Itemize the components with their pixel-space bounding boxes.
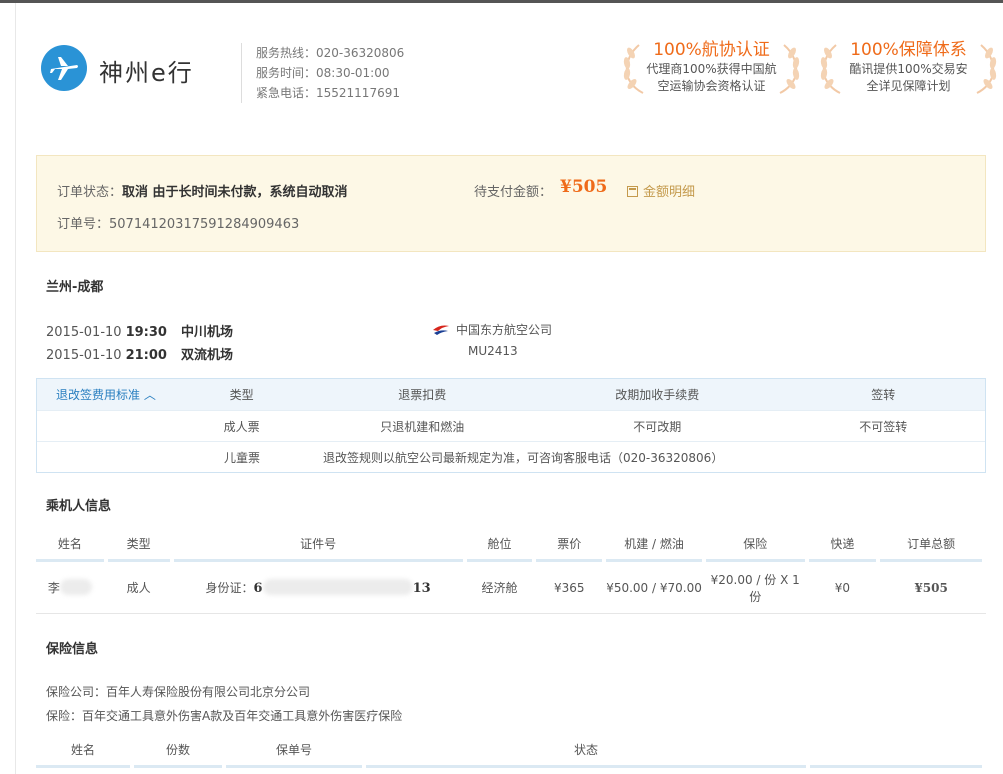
ticket-price: ¥365 bbox=[554, 580, 585, 595]
col-header: 状态 bbox=[366, 737, 806, 768]
emergency-phone: 紧急电话：15521117691 bbox=[256, 86, 400, 100]
depart-time: 19:30 bbox=[125, 325, 167, 340]
pay-amount-label: 待支付金额： bbox=[474, 185, 553, 200]
route-title: 兰州-成都 bbox=[46, 280, 104, 295]
order-detail-page: 神州e行 服务热线：020-36320806 服务时间：08:30-01:00 … bbox=[15, 3, 1003, 774]
arrive-time: 21:00 bbox=[125, 348, 167, 363]
amount-detail-label: 金额明细 bbox=[643, 185, 696, 200]
rules-row-adult: 成人票 只退机建和燃油 不可改期 不可签转 bbox=[37, 410, 985, 441]
col-header: 姓名 bbox=[36, 530, 104, 562]
rules-cell: 不可改期 bbox=[633, 419, 682, 434]
redacted-mask bbox=[262, 579, 413, 595]
col-header: 保险 bbox=[705, 530, 805, 562]
insurance-table-header: 姓名 份数 保单号 状态 bbox=[36, 737, 986, 768]
id-label: 身份证： bbox=[205, 581, 254, 595]
rules-child-note: 退改签规则以航空公司最新规定为准，可咨询客服电话（020-36320806） bbox=[323, 450, 724, 465]
insurance-fee: ¥20.00 / 份 X 1份 bbox=[710, 572, 800, 604]
depart-airport: 中川机场 bbox=[180, 325, 233, 340]
passenger-name-text: 李 bbox=[47, 581, 60, 595]
passenger-id: 身份证：6 13 bbox=[174, 579, 463, 596]
insurance-product: 保险：百年交通工具意外伤害A款及百年交通工具意外伤害医疗保险 bbox=[46, 709, 403, 723]
insurance-section-title: 保险信息 bbox=[46, 642, 99, 657]
passenger-name: 李 bbox=[36, 579, 104, 596]
order-status: 订单状态：取消 由于长时间未付款，系统自动取消 bbox=[57, 181, 348, 200]
col-header: 机建 / 燃油 bbox=[606, 530, 702, 562]
rules-header-type: 类型 bbox=[229, 388, 254, 402]
passenger-section-title: 乘机人信息 bbox=[46, 499, 112, 514]
rules-toggle-link[interactable]: 退改签费用标准 ︿ bbox=[37, 386, 172, 403]
rules-header-row: 退改签费用标准 ︿ 类型 退票扣费 改期加收手续费 签转 bbox=[37, 379, 985, 410]
order-status-panel: 订单状态：取消 由于长时间未付款，系统自动取消 待支付金额： ¥505 金额明细… bbox=[36, 155, 986, 252]
id-prefix: 6 bbox=[253, 581, 263, 596]
col-header: 票价 bbox=[536, 530, 603, 562]
brand-name: 神州e行 bbox=[99, 59, 194, 87]
laurel-left-icon bbox=[820, 44, 841, 94]
rules-cell: 儿童票 bbox=[223, 450, 260, 465]
col-header: 证件号 bbox=[173, 530, 463, 562]
order-status-label: 订单状态： bbox=[57, 185, 123, 200]
arrive-airport: 双流机场 bbox=[180, 348, 233, 363]
depart-date: 2015-01-10 bbox=[46, 325, 122, 340]
passenger-type: 成人 bbox=[126, 581, 151, 595]
rules-header-change: 改期加收手续费 bbox=[615, 388, 700, 402]
badge-guarantee-system: 100%保障体系 酷讯提供100%交易安 全详见保障计划 bbox=[816, 39, 1001, 99]
express-fee: ¥0 bbox=[834, 580, 851, 595]
passenger-table: 姓名 类型 证件号 舱位 票价 机建 / 燃油 保险 快递 订单总额 李 成人 … bbox=[36, 530, 986, 614]
order-number: 订单号：5071412031759128490946​3 bbox=[57, 217, 300, 232]
airline: 中国东方航空公司 bbox=[432, 321, 552, 338]
rules-cell: 只退机建和燃油 bbox=[380, 419, 465, 434]
rules-row-child: 儿童票 退改签规则以航空公司最新规定为准，可咨询客服电话（020-3632080… bbox=[37, 441, 985, 472]
col-header: 保单号 bbox=[226, 737, 362, 768]
amount-detail-link[interactable]: 金额明细 bbox=[627, 181, 695, 200]
header-divider bbox=[241, 43, 242, 103]
refund-change-rules-table: 退改签费用标准 ︿ 类型 退票扣费 改期加收手续费 签转 成人票 只退机建和燃油… bbox=[36, 378, 986, 473]
passenger-table-header: 姓名 类型 证件号 舱位 票价 机建 / 燃油 保险 快递 订单总额 bbox=[36, 530, 986, 562]
order-total: ¥505 bbox=[914, 580, 948, 595]
badge-iata-certified: 100%航协认证 代理商100%获得中国航 空运输协会资格认证 bbox=[619, 39, 804, 99]
rules-cell: 成人票 bbox=[223, 419, 260, 434]
col-header: 姓名 bbox=[36, 737, 130, 768]
col-header: 舱位 bbox=[466, 530, 533, 562]
depart-info: 2015-01-10 19:30 中川机场 bbox=[46, 321, 233, 340]
col-header: 快递 bbox=[808, 530, 877, 562]
col-header: 订单总额 bbox=[880, 530, 982, 562]
airline-name: 中国东方航空公司 bbox=[456, 323, 553, 337]
arrive-info: 2015-01-10 21:00 双流机场 bbox=[46, 344, 233, 363]
rules-header-endorse: 签转 bbox=[871, 388, 896, 402]
table-row: 李 成人 身份证：6 13 经济舱 ¥365 ¥50.00 / ¥70.00 ¥2… bbox=[36, 562, 986, 614]
id-suffix: 13 bbox=[412, 581, 431, 596]
rules-cell: 不可签转 bbox=[859, 419, 908, 434]
service-time: 服务时间：08:30-01:00 bbox=[256, 66, 390, 80]
insurance-company: 保险公司：百年人寿保险股份有限公司北京分公司 bbox=[46, 685, 311, 699]
pay-amount: ¥505 bbox=[560, 177, 608, 197]
order-status-value: 取消 由于长时间未付款，系统自动取消 bbox=[122, 185, 348, 200]
china-eastern-logo-icon bbox=[433, 325, 449, 335]
plane-logo-icon bbox=[41, 45, 87, 91]
laurel-left-icon bbox=[623, 44, 644, 94]
passenger-cabin: 经济舱 bbox=[481, 581, 518, 595]
service-hotline: 服务热线：020-36320806 bbox=[256, 46, 405, 60]
col-header: 类型 bbox=[107, 530, 170, 562]
laurel-right-icon bbox=[779, 44, 800, 94]
rules-header-refund: 退票扣费 bbox=[398, 388, 447, 402]
laurel-right-icon bbox=[976, 44, 997, 94]
flight-number: MU2413 bbox=[468, 344, 518, 358]
calculator-icon bbox=[627, 186, 638, 197]
redacted-mask bbox=[59, 579, 92, 595]
airport-fuel-tax: ¥50.00 / ¥70.00 bbox=[606, 580, 702, 595]
contact-info: 服务热线：020-36320806 服务时间：08:30-01:00 紧急电话：… bbox=[256, 43, 404, 103]
col-header: 份数 bbox=[134, 737, 222, 768]
arrive-date: 2015-01-10 bbox=[46, 348, 122, 363]
